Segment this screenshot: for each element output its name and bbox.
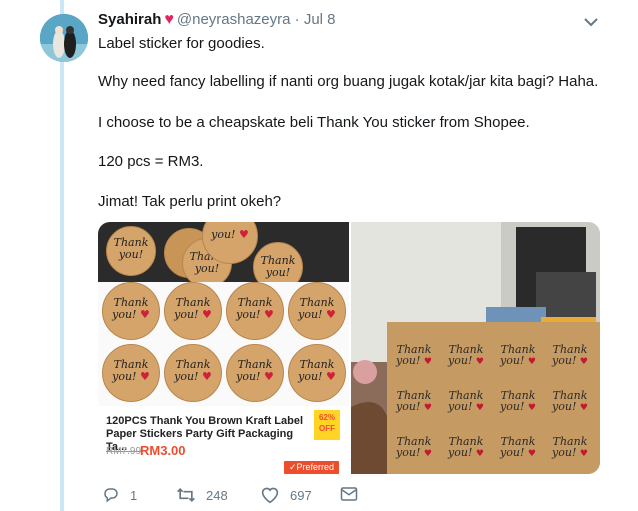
tweet-media[interactable]: Thank you! Thank you! you! ♥ Thank you! Tha… bbox=[98, 222, 600, 474]
sticker: Thank you! ♥ bbox=[288, 344, 346, 402]
tweet-text-line: Label sticker for goodies. bbox=[98, 35, 265, 52]
reply-icon bbox=[104, 488, 118, 503]
sheet-sticker: Thank you! ♥ bbox=[552, 343, 588, 367]
sheet-sticker: Thank you! ♥ bbox=[448, 389, 484, 413]
separator: · bbox=[294, 11, 300, 28]
new-price: RM3.00 bbox=[140, 443, 186, 458]
sheet-sticker: Thank you! ♥ bbox=[552, 389, 588, 413]
tweet-text-line: Why need fancy labelling if nanti org bu… bbox=[98, 73, 599, 90]
preferred-badge: ✓Preferred bbox=[284, 461, 340, 474]
tweet-text-line: 120 pcs = RM3. bbox=[98, 153, 204, 170]
sticker: Thank you! ♥ bbox=[164, 344, 222, 402]
tweet-text-line: Jimat! Tak perlu print okeh? bbox=[98, 193, 282, 210]
sticker: Thank you! ♥ bbox=[164, 282, 222, 340]
like-icon bbox=[261, 487, 279, 504]
sheet-sticker: Thank you! ♥ bbox=[396, 389, 432, 413]
like-count: 697 bbox=[290, 487, 312, 503]
thread-line bbox=[60, 0, 64, 511]
chevron-down-icon[interactable] bbox=[584, 14, 598, 30]
sheet-sticker: Thank you! ♥ bbox=[500, 389, 536, 413]
sheet-sticker: Thank you! ♥ bbox=[448, 343, 484, 367]
sticker: Thank you! ♥ bbox=[226, 344, 284, 402]
sheet-sticker: Thank you! ♥ bbox=[448, 435, 484, 459]
retweet-count: 248 bbox=[206, 487, 228, 503]
sticker: Thank you! bbox=[106, 226, 156, 276]
like-button[interactable]: 697 bbox=[260, 486, 312, 504]
message-icon bbox=[340, 487, 358, 501]
sheet-sticker: Thank you! ♥ bbox=[500, 343, 536, 367]
discount-badge: 62% OFF bbox=[314, 410, 340, 440]
sticker: Thank you! ♥ bbox=[102, 282, 160, 340]
message-button[interactable] bbox=[340, 486, 368, 502]
listing-top-photo: Thank you! Thank you! you! ♥ Thank you! bbox=[98, 222, 349, 292]
author-handle[interactable]: @neyrashazeyra bbox=[177, 11, 291, 28]
sticker: Thank you! ♥ bbox=[102, 344, 160, 402]
sticker: Thank you! ♥ bbox=[226, 282, 284, 340]
tweet-text-line: I choose to be a cheapskate beli Thank Y… bbox=[98, 114, 530, 131]
reply-button[interactable]: 1 bbox=[102, 486, 137, 504]
reply-count: 1 bbox=[130, 487, 138, 503]
old-price: RM7.99 bbox=[106, 446, 142, 457]
avatar[interactable] bbox=[40, 14, 88, 62]
sheet-sticker: Thank you! ♥ bbox=[396, 435, 432, 459]
retweet-icon bbox=[177, 487, 195, 503]
heart-icon: ♥ bbox=[164, 11, 174, 28]
sheet-sticker: Thank you! ♥ bbox=[396, 343, 432, 367]
sheet-sticker: Thank you! ♥ bbox=[500, 435, 536, 459]
tweet-header: Syahirah ♥ @neyrashazeyra · Jul 8 bbox=[98, 11, 336, 29]
sticker-sheet-photo[interactable]: Thank you! ♥ Thank you! ♥ Thank you! ♥ Thank yo… bbox=[351, 222, 600, 474]
sticker: Thank you! ♥ bbox=[288, 282, 346, 340]
sheet-sticker: Thank you! ♥ bbox=[552, 435, 588, 459]
retweet-button[interactable]: 248 bbox=[176, 486, 228, 504]
tweet-date[interactable]: Jul 8 bbox=[304, 11, 336, 28]
author-name[interactable]: Syahirah bbox=[98, 11, 161, 28]
shopee-listing-image[interactable]: Thank you! Thank you! you! ♥ Thank you! Tha… bbox=[98, 222, 349, 474]
